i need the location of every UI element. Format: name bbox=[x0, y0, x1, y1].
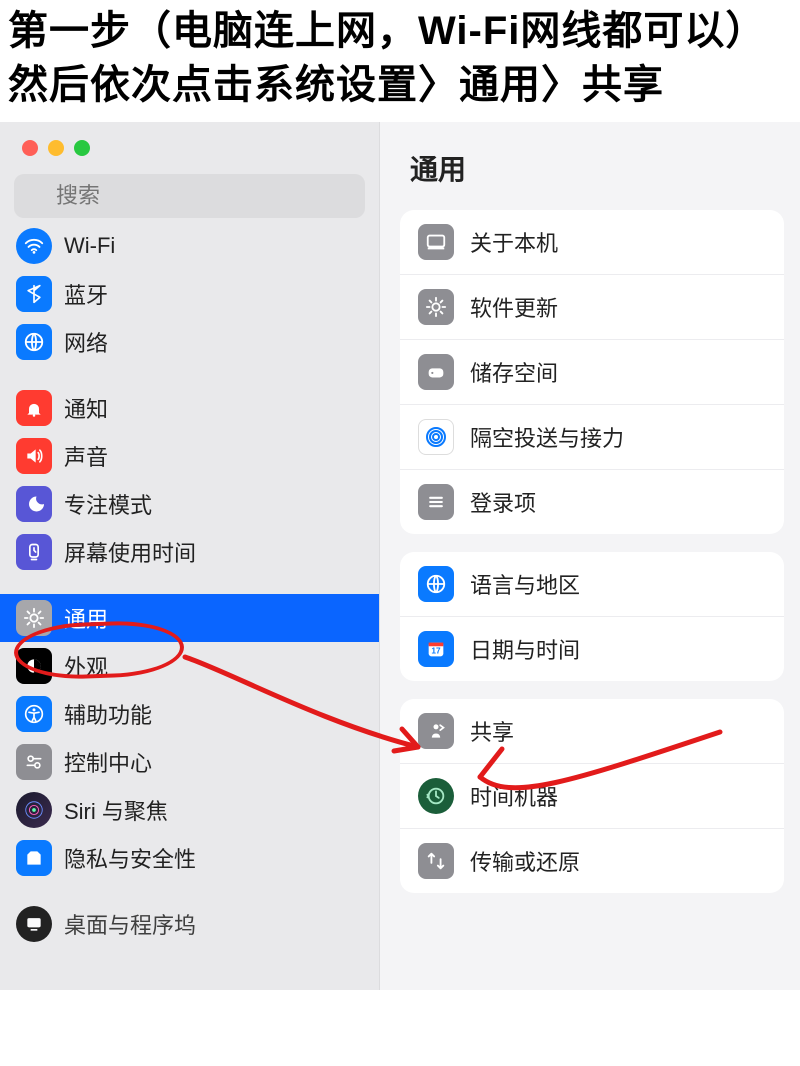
sidebar-item-label: 蓝牙 bbox=[64, 278, 108, 310]
content-title: 通用 bbox=[380, 122, 800, 210]
minimize-button[interactable] bbox=[48, 140, 64, 156]
sidebar-item-network[interactable]: 网络 bbox=[0, 318, 379, 366]
sidebar-item-notifications[interactable]: 通知 bbox=[0, 384, 379, 432]
network-icon bbox=[16, 324, 52, 360]
sidebar-item-accessibility[interactable]: 辅助功能 bbox=[0, 690, 379, 738]
sidebar-item-label: 专注模式 bbox=[64, 488, 152, 520]
panel-item-label: 时间机器 bbox=[470, 780, 558, 812]
time-machine-icon bbox=[418, 778, 454, 814]
panel-item-label: 隔空投送与接力 bbox=[470, 421, 624, 453]
panel-item-label: 储存空间 bbox=[470, 356, 558, 388]
panel-item-login-items[interactable]: 登录项 bbox=[400, 470, 784, 534]
panel-item-label: 登录项 bbox=[470, 486, 536, 518]
privacy-icon bbox=[16, 840, 52, 876]
transfer-icon bbox=[418, 843, 454, 879]
sidebar-item-desktop[interactable]: 桌面与程序坞 bbox=[0, 900, 379, 948]
sidebar-item-label: 辅助功能 bbox=[64, 698, 152, 730]
panel-item-label: 传输或还原 bbox=[470, 845, 580, 877]
content-pane: 通用 关于本机 软件更新 储存空间 bbox=[380, 122, 800, 990]
storage-icon bbox=[418, 354, 454, 390]
sidebar-item-privacy[interactable]: 隐私与安全性 bbox=[0, 834, 379, 882]
desktop-icon bbox=[16, 906, 52, 942]
sidebar-item-siri[interactable]: Siri 与聚焦 bbox=[0, 786, 379, 834]
screen-time-icon bbox=[16, 534, 52, 570]
airdrop-icon bbox=[418, 419, 454, 455]
sidebar-item-focus[interactable]: 专注模式 bbox=[0, 480, 379, 528]
sidebar-list: Wi-Fi 蓝牙 网络 通知 bbox=[0, 228, 379, 990]
settings-window: Wi-Fi 蓝牙 网络 通知 bbox=[0, 122, 800, 990]
panel-item-label: 共享 bbox=[470, 715, 514, 747]
traffic-lights bbox=[0, 122, 379, 170]
panel-item-software-update[interactable]: 软件更新 bbox=[400, 275, 784, 340]
sidebar-item-label: 通知 bbox=[64, 392, 108, 424]
sidebar-item-label: 隐私与安全性 bbox=[64, 842, 196, 874]
panel-item-label: 日期与时间 bbox=[470, 633, 580, 665]
sidebar-item-general[interactable]: 通用 bbox=[0, 594, 379, 642]
wifi-icon bbox=[16, 228, 52, 264]
panel-item-language[interactable]: 语言与地区 bbox=[400, 552, 784, 617]
sidebar-item-label: 桌面与程序坞 bbox=[64, 908, 196, 940]
sidebar-item-label: 屏幕使用时间 bbox=[64, 536, 196, 568]
sidebar: Wi-Fi 蓝牙 网络 通知 bbox=[0, 122, 380, 990]
sidebar-item-appearance[interactable]: 外观 bbox=[0, 642, 379, 690]
sidebar-item-screen-time[interactable]: 屏幕使用时间 bbox=[0, 528, 379, 576]
panel-item-time-machine[interactable]: 时间机器 bbox=[400, 764, 784, 829]
sidebar-item-label: 通用 bbox=[64, 602, 108, 634]
sidebar-item-bluetooth[interactable]: 蓝牙 bbox=[0, 270, 379, 318]
sidebar-item-label: Wi-Fi bbox=[64, 233, 115, 259]
bluetooth-icon bbox=[16, 276, 52, 312]
sound-icon bbox=[16, 438, 52, 474]
panel-group-1: 关于本机 软件更新 储存空间 隔空投送与接力 bbox=[400, 210, 784, 534]
date-time-icon: 17 bbox=[418, 631, 454, 667]
zoom-button[interactable] bbox=[74, 140, 90, 156]
sidebar-item-label: 网络 bbox=[64, 326, 108, 358]
about-icon bbox=[418, 224, 454, 260]
panel-item-storage[interactable]: 储存空间 bbox=[400, 340, 784, 405]
appearance-icon bbox=[16, 648, 52, 684]
panel-item-label: 软件更新 bbox=[470, 291, 558, 323]
control-center-icon bbox=[16, 744, 52, 780]
sidebar-item-control-center[interactable]: 控制中心 bbox=[0, 738, 379, 786]
panel-group-3: 共享 时间机器 传输或还原 bbox=[400, 699, 784, 893]
svg-text:17: 17 bbox=[431, 647, 441, 656]
panel-item-airdrop[interactable]: 隔空投送与接力 bbox=[400, 405, 784, 470]
accessibility-icon bbox=[16, 696, 52, 732]
general-icon bbox=[16, 600, 52, 636]
language-icon bbox=[418, 566, 454, 602]
panel-item-label: 关于本机 bbox=[470, 226, 558, 258]
panel-group-2: 语言与地区 17 日期与时间 bbox=[400, 552, 784, 681]
panel-item-label: 语言与地区 bbox=[470, 568, 580, 600]
notifications-icon bbox=[16, 390, 52, 426]
panel-item-about[interactable]: 关于本机 bbox=[400, 210, 784, 275]
sharing-icon bbox=[418, 713, 454, 749]
siri-icon bbox=[16, 792, 52, 828]
sidebar-item-label: 外观 bbox=[64, 650, 108, 682]
panel-item-transfer[interactable]: 传输或还原 bbox=[400, 829, 784, 893]
search-input[interactable] bbox=[14, 174, 365, 218]
close-button[interactable] bbox=[22, 140, 38, 156]
login-items-icon bbox=[418, 484, 454, 520]
software-update-icon bbox=[418, 289, 454, 325]
focus-icon bbox=[16, 486, 52, 522]
panel-item-date-time[interactable]: 17 日期与时间 bbox=[400, 617, 784, 681]
sidebar-item-wifi[interactable]: Wi-Fi bbox=[0, 228, 379, 270]
sidebar-item-label: 控制中心 bbox=[64, 746, 152, 778]
sidebar-item-label: 声音 bbox=[64, 440, 108, 472]
sidebar-item-label: Siri 与聚焦 bbox=[64, 794, 168, 826]
panel-item-sharing[interactable]: 共享 bbox=[400, 699, 784, 764]
instruction-text: 第一步（电脑连上网，Wi-Fi网线都可以）然后依次点击系统设置〉通用〉共享 bbox=[0, 0, 800, 122]
sidebar-item-sound[interactable]: 声音 bbox=[0, 432, 379, 480]
